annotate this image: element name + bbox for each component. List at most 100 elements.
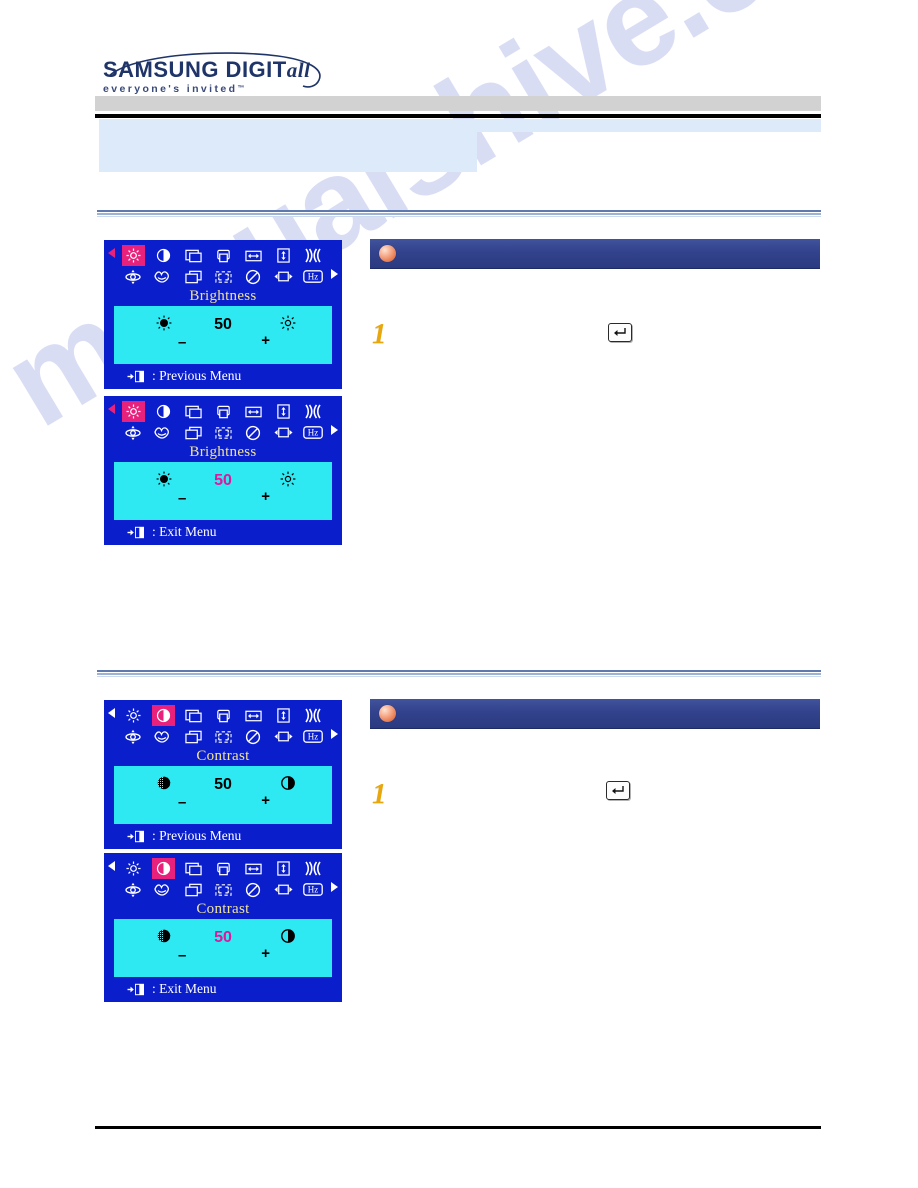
osd-icon-v-position[interactable]	[213, 402, 234, 421]
osd-icon-v-size[interactable]	[273, 246, 294, 265]
osd-arrow-left-icon[interactable]	[108, 248, 115, 258]
osd-footer-label: : Previous Menu	[152, 828, 242, 843]
osd-icon-pincushion[interactable]	[303, 859, 324, 878]
osd-icon-rotation[interactable]	[123, 880, 144, 899]
osd-arrow-left-icon[interactable]	[108, 708, 115, 718]
osd-icon-corner-correct[interactable]	[213, 880, 234, 899]
brightness-high-icon	[280, 315, 296, 336]
osd-icon-h-position[interactable]	[183, 402, 204, 421]
logo-tagline-text: everyone's	[103, 83, 182, 95]
osd-icon-pincushion[interactable]	[303, 706, 324, 725]
osd-icon-rotation[interactable]	[123, 267, 144, 286]
osd-footer-label: : Exit Menu	[152, 524, 217, 539]
bullet-sphere-icon	[379, 245, 396, 262]
header-blue-strip	[99, 119, 821, 132]
osd-icon-color-tone[interactable]	[153, 267, 174, 286]
osd-icon-corner-correct[interactable]	[213, 727, 234, 746]
osd-minus-label: –	[178, 947, 187, 964]
osd-icon-v-size[interactable]	[273, 706, 294, 725]
osd-icon-frequency-hz[interactable]: Hz	[303, 423, 324, 442]
osd-icon-grid: Hz	[105, 397, 341, 443]
osd-icon-degauss[interactable]	[243, 880, 264, 899]
osd-icon-h-position[interactable]	[183, 859, 204, 878]
osd-minus-label: –	[178, 794, 187, 811]
osd-icon-h-position[interactable]	[183, 706, 204, 725]
osd-icon-contrast[interactable]	[153, 402, 174, 421]
osd-icon-brightness[interactable]	[123, 706, 144, 725]
osd-plus-label: +	[261, 488, 270, 505]
osd-value: 50	[214, 472, 232, 489]
osd-value: 50	[214, 929, 232, 946]
osd-icon-rotation[interactable]	[123, 423, 144, 442]
contrast-high-icon	[280, 775, 296, 796]
osd-icon-contrast[interactable]	[152, 859, 174, 878]
osd-icon-frequency-hz[interactable]: Hz	[303, 267, 324, 286]
osd-icon-frequency-hz[interactable]: Hz	[303, 880, 324, 899]
osd-icon-grid: Hz	[105, 241, 341, 287]
header-gray-band	[95, 96, 821, 111]
osd-icon-parallelogram[interactable]	[183, 423, 204, 442]
osd-icon-h-size[interactable]	[243, 246, 264, 265]
osd-icon-zoom[interactable]	[273, 727, 294, 746]
osd-minus-label: –	[178, 490, 187, 507]
osd-icon-v-position[interactable]	[213, 246, 234, 265]
osd-icon-frequency-hz[interactable]: Hz	[303, 727, 324, 746]
osd-minus-label: –	[178, 334, 187, 351]
osd-icon-brightness[interactable]	[123, 859, 144, 878]
osd-icon-contrast[interactable]	[153, 246, 174, 265]
osd-plus-label: +	[261, 332, 270, 349]
logo-trademark: ™	[237, 85, 245, 92]
osd-value-panel: 50 – +	[114, 462, 332, 520]
osd-title: Contrast	[196, 748, 250, 764]
osd-icon-color-tone[interactable]	[153, 880, 174, 899]
osd-icon-corner-correct[interactable]	[213, 267, 234, 286]
osd-icon-zoom[interactable]	[273, 880, 294, 899]
osd-icon-parallelogram[interactable]	[183, 880, 204, 899]
osd-icon-brightness[interactable]	[122, 402, 144, 421]
osd-icon-zoom[interactable]	[273, 267, 294, 286]
osd-arrow-right-icon[interactable]	[331, 269, 338, 279]
osd-icon-v-position[interactable]	[213, 859, 234, 878]
enter-arrow-icon	[614, 328, 626, 336]
osd-plus-label: +	[261, 945, 270, 962]
osd-icon-v-position[interactable]	[213, 706, 234, 725]
osd-icon-contrast[interactable]	[152, 706, 174, 725]
osd-value-panel: 50 – +	[114, 306, 332, 364]
enter-key-icon	[608, 323, 632, 342]
osd-arrow-left-icon[interactable]	[108, 404, 115, 414]
osd-icon-brightness[interactable]	[122, 246, 144, 265]
osd-arrow-right-icon[interactable]	[331, 729, 338, 739]
osd-value-panel: 50 – +	[114, 919, 332, 977]
enter-key-icon	[606, 781, 630, 800]
osd-icon-pincushion[interactable]	[303, 402, 324, 421]
exit-menu-icon	[127, 830, 147, 843]
osd-icon-zoom[interactable]	[273, 423, 294, 442]
logo-brand-italic: all	[286, 58, 311, 82]
osd-icon-pincushion[interactable]	[303, 246, 324, 265]
osd-icon-v-size[interactable]	[273, 859, 294, 878]
osd-icon-degauss[interactable]	[243, 423, 264, 442]
osd-icon-h-size[interactable]	[243, 859, 264, 878]
osd-arrow-right-icon[interactable]	[331, 425, 338, 435]
exit-menu-icon	[127, 370, 147, 383]
svg-text:Hz: Hz	[308, 731, 319, 741]
osd-icon-rotation[interactable]	[123, 727, 144, 746]
osd-arrow-right-icon[interactable]	[331, 882, 338, 892]
osd-icon-h-size[interactable]	[243, 402, 264, 421]
logo-brand: SAMSUNG DIGITall	[103, 58, 353, 83]
osd-icon-degauss[interactable]	[243, 727, 264, 746]
osd-footer: : Previous Menu	[105, 824, 341, 848]
osd-icon-color-tone[interactable]	[153, 727, 174, 746]
osd-arrow-left-icon[interactable]	[108, 861, 115, 871]
osd-icon-corner-correct[interactable]	[213, 423, 234, 442]
osd-icon-h-size[interactable]	[243, 706, 264, 725]
osd-icon-parallelogram[interactable]	[183, 267, 204, 286]
osd-title: Brightness	[189, 444, 257, 460]
osd-icon-h-position[interactable]	[183, 246, 204, 265]
section-titlebar-brightness	[370, 239, 820, 269]
osd-icon-color-tone[interactable]	[153, 423, 174, 442]
section-divider-2	[97, 670, 821, 677]
osd-icon-degauss[interactable]	[243, 267, 264, 286]
osd-icon-v-size[interactable]	[273, 402, 294, 421]
osd-icon-parallelogram[interactable]	[183, 727, 204, 746]
